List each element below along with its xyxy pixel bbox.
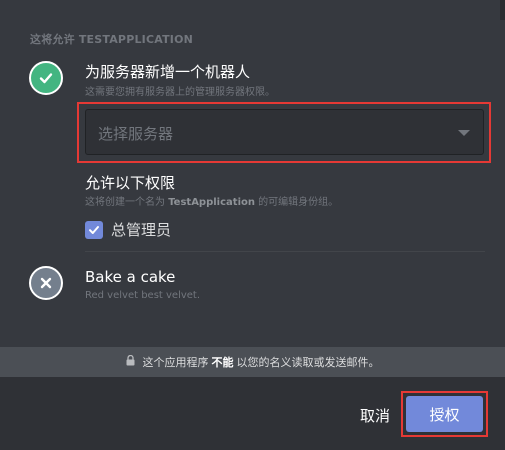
permission-title: 为服务器新增一个机器人 xyxy=(85,63,251,81)
cancel-button[interactable]: 取消 xyxy=(352,400,398,430)
notice-suffix: 以您的名义读取或发送邮件。 xyxy=(236,356,380,369)
chevron-down-icon xyxy=(458,130,470,136)
allow-permissions-subtitle: 这将创建一个名为 TestApplication 的可编辑身份组。 xyxy=(85,197,339,208)
notice-emphasis: 不能 xyxy=(211,356,234,369)
permission-subtitle: Red velvet best velvet. xyxy=(85,290,201,301)
permission-title: Bake a cake xyxy=(85,268,176,286)
admin-permission-row[interactable]: 总管理员 xyxy=(85,219,171,240)
scrollbar[interactable] xyxy=(500,0,505,20)
section-header: 这将允许 TESTAPPLICATION xyxy=(30,33,194,46)
server-select-placeholder: 选择服务器 xyxy=(98,125,174,143)
server-select[interactable]: 选择服务器 xyxy=(85,109,484,155)
lock-icon xyxy=(126,354,135,369)
admin-checkbox-label: 总管理员 xyxy=(111,221,172,239)
x-icon xyxy=(29,266,63,300)
check-icon xyxy=(29,61,63,95)
allow-permissions-title: 允许以下权限 xyxy=(85,174,176,192)
notice-bar: 这个应用程序 不能 以您的名义读取或发送邮件。 xyxy=(0,347,505,377)
authorize-button[interactable]: 授权 xyxy=(406,396,483,432)
admin-checkbox[interactable] xyxy=(85,220,103,239)
notice-prefix: 这个应用程序 xyxy=(142,356,209,369)
divider xyxy=(85,251,485,252)
permission-subtitle: 这需要您拥有服务器上的管理服务器权限。 xyxy=(85,87,275,98)
